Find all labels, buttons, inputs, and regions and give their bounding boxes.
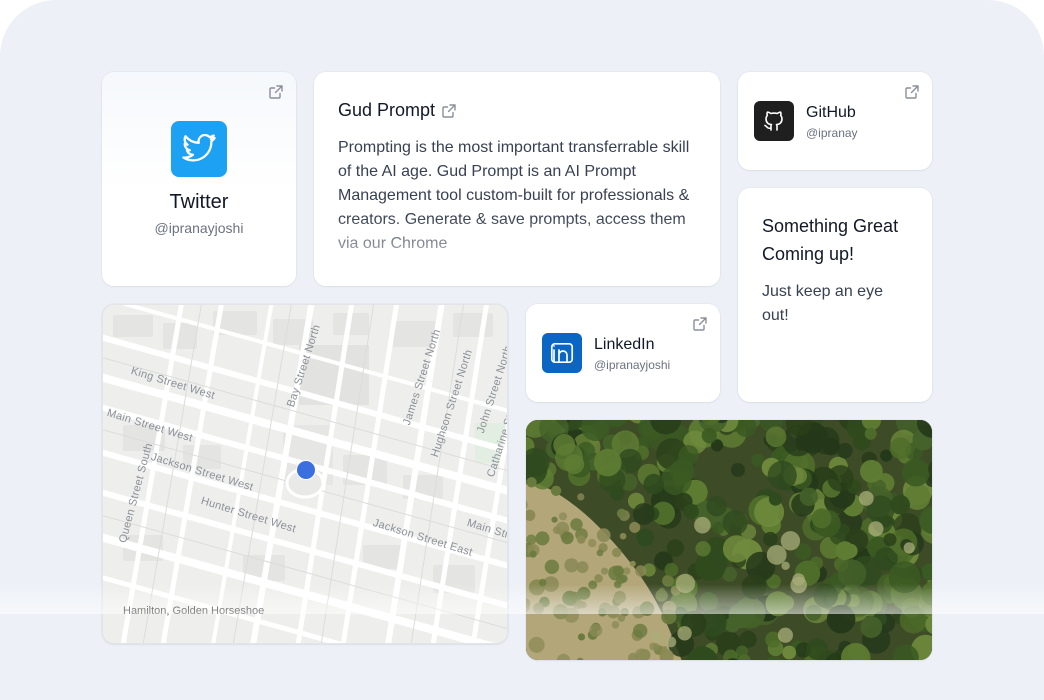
gud-prompt-title-row: Gud Prompt (338, 100, 457, 121)
coming-soon-description: Just keep an eye out! (762, 280, 912, 328)
github-octocat-icon (754, 101, 794, 141)
linkedin-handle: @ipranayjoshi (594, 358, 670, 372)
external-link-icon[interactable] (268, 84, 284, 100)
github-name: GitHub (806, 104, 856, 122)
map-location-label: Hamilton, Golden Horseshoe (123, 605, 264, 617)
external-link-icon[interactable] (904, 84, 920, 100)
twitter-handle: @ipranayjoshi (102, 220, 296, 236)
linkedin-card[interactable]: LinkedIn @ipranayjoshi (526, 304, 720, 402)
gud-prompt-card[interactable]: Gud Prompt Prompting is the most importa… (314, 72, 720, 286)
twitter-bird-icon (171, 121, 227, 177)
forest-aerial-image (526, 420, 932, 660)
gud-prompt-title: Gud Prompt (338, 100, 435, 121)
text-fade-overlay (314, 216, 720, 286)
github-card[interactable]: GitHub @ipranay (738, 72, 932, 170)
external-link-icon[interactable] (692, 316, 708, 332)
map-card[interactable]: King Street West Main Street West Jackso… (102, 304, 508, 644)
twitter-card[interactable]: Twitter @ipranayjoshi (102, 72, 296, 286)
forest-photo-card (526, 420, 932, 660)
coming-soon-title: Something Great Coming up! (762, 212, 922, 268)
external-link-icon[interactable] (441, 103, 457, 119)
linkedin-in-icon (542, 333, 582, 373)
twitter-name: Twitter (102, 191, 296, 214)
bento-grid: Twitter @ipranayjoshi Gud Prompt Prompti… (0, 0, 1044, 700)
linkedin-name: LinkedIn (594, 336, 655, 354)
coming-soon-card: Something Great Coming up! Just keep an … (738, 188, 932, 402)
github-handle: @ipranay (806, 126, 858, 140)
location-pin-icon (297, 461, 315, 479)
